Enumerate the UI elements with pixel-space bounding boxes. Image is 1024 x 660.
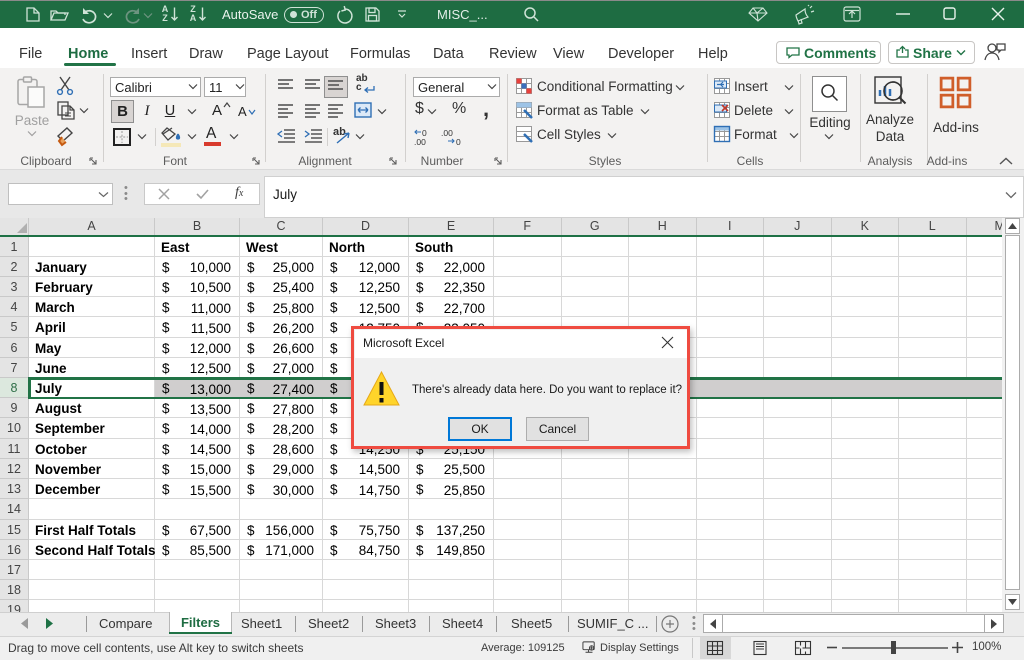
svg-text:.00: .00 [441,128,453,138]
svg-text:.00: .00 [414,137,426,147]
svg-text:0: 0 [456,137,461,147]
